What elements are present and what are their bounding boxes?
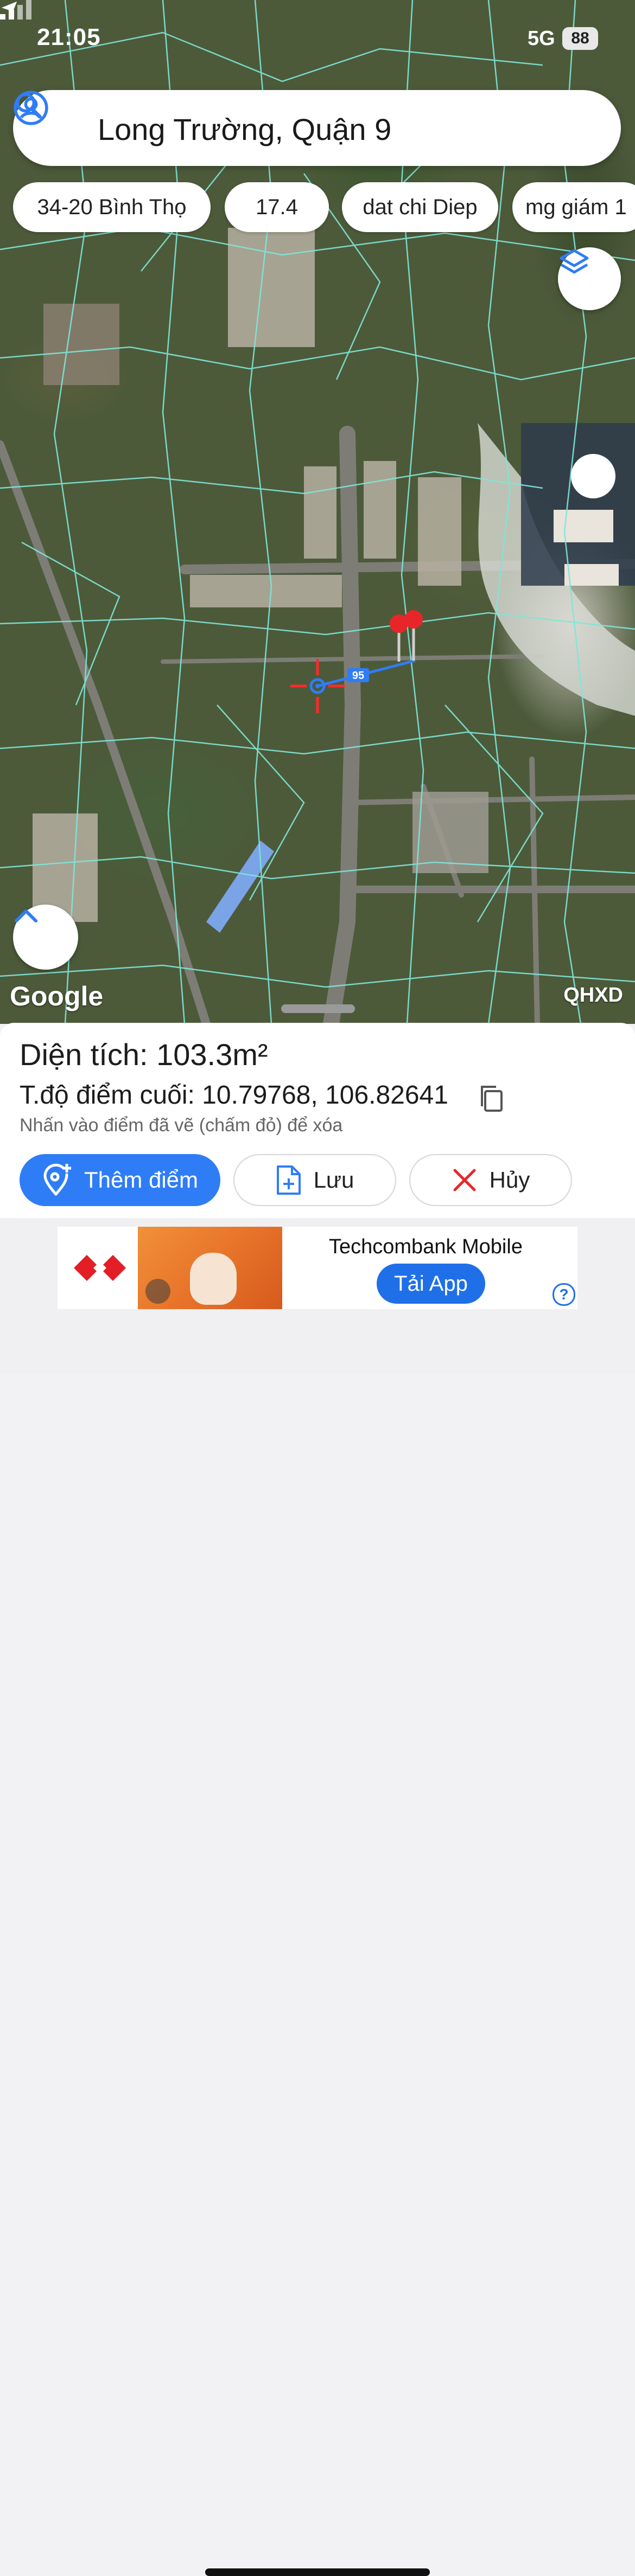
google-attribution: Google <box>10 981 104 1011</box>
measurement-panel: Diện tích: 103.3m² T.độ điểm cuối: 10.79… <box>0 1023 635 1218</box>
scroll-handle[interactable] <box>571 454 615 498</box>
cancel-button[interactable]: Hủy <box>409 1154 572 1206</box>
battery-indicator: 88 <box>562 27 598 50</box>
cell-signal-icon <box>0 0 31 20</box>
install-app-button[interactable]: Tải App <box>377 1264 485 1304</box>
status-bar: 21:05 5G 88 <box>0 0 635 81</box>
add-point-button[interactable]: Thêm điểm <box>20 1154 220 1206</box>
satellite-map[interactable]: 95 21:05 5G 88 Long Trường, Quận 9 34-20… <box>0 0 635 1024</box>
network-type: 5G <box>528 27 555 50</box>
home-indicator <box>205 2568 430 2576</box>
layer-label: QHXD <box>563 984 623 1007</box>
ad-banner[interactable]: Techcombank Mobile Tải App ? <box>58 1227 577 1309</box>
area-value: 103.3m² <box>156 1037 268 1072</box>
saved-place-chip[interactable]: 34-20 Bình Thọ <box>13 182 211 232</box>
save-file-icon <box>276 1165 301 1195</box>
mascot-image <box>190 1253 237 1305</box>
ad-video[interactable] <box>138 1227 282 1309</box>
coord-label: T.độ điểm cuối: <box>20 1081 195 1110</box>
area-label: Diện tích: <box>20 1037 148 1072</box>
save-label: Lưu <box>313 1167 354 1193</box>
pin-marker-2[interactable] <box>404 610 423 661</box>
techcombank-logo <box>74 1255 126 1281</box>
mute-icon[interactable] <box>145 1279 170 1304</box>
expand-panel-button[interactable] <box>13 905 78 970</box>
panel-drag-handle[interactable] <box>281 1004 355 1013</box>
saved-place-chip[interactable]: 17.4 <box>225 182 329 232</box>
map-layers-button[interactable] <box>558 247 621 310</box>
save-button[interactable]: Lưu <box>233 1154 396 1206</box>
layers-icon <box>560 249 589 274</box>
copy-icon[interactable] <box>478 1084 505 1114</box>
search-icon[interactable] <box>13 90 43 120</box>
close-icon <box>453 1169 476 1191</box>
ad-area: Techcombank Mobile Tải App ? <box>0 1218 635 2576</box>
search-query[interactable]: Long Trường, Quận 9 <box>98 112 391 147</box>
saved-place-chip[interactable]: mg giám 1 <box>512 182 635 232</box>
delete-hint: Nhấn vào điểm đã vẽ (chấm đỏ) để xóa <box>20 1115 343 1136</box>
distance-label: 95 <box>352 670 364 682</box>
coord-value: 10.79768, 106.82641 <box>202 1081 448 1110</box>
chevron-up-icon <box>15 909 37 922</box>
ad-title: Techcombank Mobile <box>329 1235 523 1258</box>
add-point-label: Thêm điểm <box>84 1167 199 1193</box>
clock: 21:05 <box>37 24 101 50</box>
add-location-icon <box>43 1163 71 1196</box>
cancel-label: Hủy <box>489 1167 530 1193</box>
ad-info-icon[interactable]: ? <box>553 1283 575 1306</box>
coordinate-readout: T.độ điểm cuối: 10.79768, 106.82641 <box>20 1080 448 1110</box>
area-readout: Diện tích: 103.3m² <box>20 1037 268 1072</box>
search-bar[interactable]: Long Trường, Quận 9 <box>13 90 621 166</box>
saved-place-chip[interactable]: dat chi Diep <box>342 182 498 232</box>
